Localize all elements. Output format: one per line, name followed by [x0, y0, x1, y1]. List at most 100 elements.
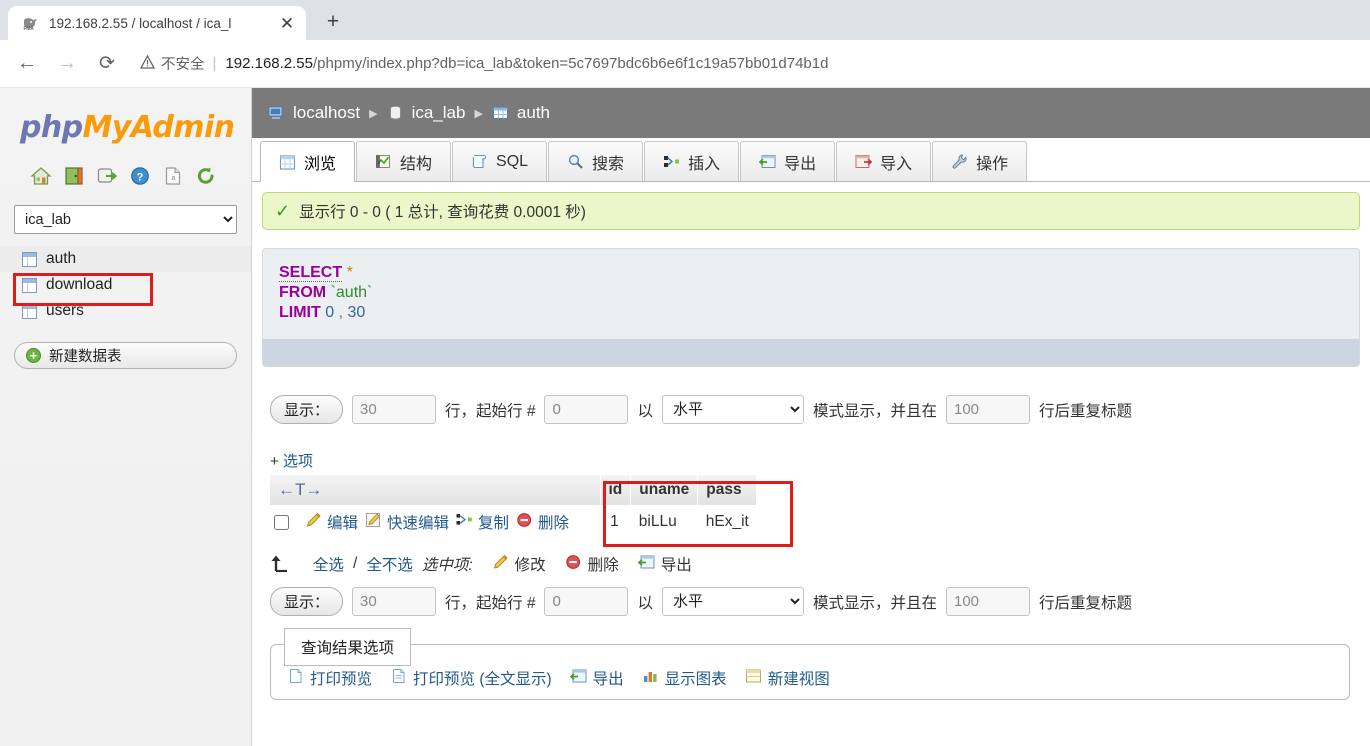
print-preview-link[interactable]: 打印预览	[287, 667, 372, 689]
url-text: 192.168.2.55/phpmy/index.php?db=ica_lab&…	[225, 55, 828, 72]
delete-link[interactable]: 删除	[516, 511, 569, 533]
omnibox-divider: |	[212, 55, 217, 72]
sidebar: phpMyAdmin ? a ica_lab auth download use…	[0, 88, 252, 746]
new-table-button[interactable]: + 新建数据表	[14, 342, 237, 369]
reload-icon[interactable]	[195, 165, 217, 187]
sql-limit-offset: 0	[325, 304, 335, 321]
display-chart-link[interactable]: 显示图表	[642, 667, 727, 689]
sql-keyword-limit: LIMIT	[279, 304, 321, 321]
address-bar[interactable]: 不安全 | 192.168.2.55/phpmy/index.php?db=ic…	[136, 47, 1360, 81]
edit-link[interactable]: 编辑	[305, 511, 358, 533]
export-results-link[interactable]: 导出	[569, 667, 624, 689]
bulk-export-action[interactable]: 导出	[637, 553, 692, 575]
table-item-auth[interactable]: auth	[0, 246, 251, 272]
display-mode-select-top[interactable]: 水平	[661, 395, 804, 424]
tab-import[interactable]: 导入	[836, 141, 932, 181]
table-item-users[interactable]: users	[0, 298, 251, 324]
rows-count-input-top[interactable]	[352, 395, 437, 424]
row-checkbox[interactable]	[274, 514, 289, 530]
repeat-headers-input-top[interactable]	[945, 395, 1030, 424]
query-results-options-body: 打印预览 打印预览 (全文显示) 导出 显示图表 新建视图	[270, 644, 1350, 700]
close-icon[interactable]: ✕	[276, 12, 298, 34]
show-rows-button-top[interactable]: 显示：	[270, 395, 344, 424]
sql-comma: ,	[338, 304, 344, 321]
tab-structure[interactable]: 结构	[356, 141, 452, 181]
print-preview-full-link[interactable]: 打印预览 (全文显示)	[390, 667, 552, 689]
show-rows-button-bottom[interactable]: 显示：	[270, 587, 344, 616]
column-header-pass[interactable]: pass	[697, 475, 758, 505]
breadcrumb-separator: ▶	[474, 107, 483, 120]
start-row-input-bottom[interactable]	[544, 587, 629, 616]
breadcrumb-table-label: auth	[516, 103, 551, 122]
bulk-edit-label: 修改	[514, 557, 546, 574]
bulk-delete-action[interactable]: 删除	[565, 553, 619, 575]
sort-controls[interactable]: ←T→	[270, 475, 601, 505]
forward-icon[interactable]: →	[50, 47, 84, 81]
row-controls-bottom: 显示： 行，起始行 # 以 水平 模式显示，并且在 行后重复标题	[270, 587, 1370, 616]
table-item-label: download	[46, 276, 113, 293]
mode-label-bottom: 模式显示，并且在	[812, 594, 937, 612]
rows-count-input-bottom[interactable]	[352, 587, 437, 616]
results-table-head: ←T→ id uname pass	[270, 475, 758, 505]
browser-tab[interactable]: PMA 192.168.2.55 / localhost / ica_l ✕	[8, 6, 306, 40]
create-view-link[interactable]: 新建视图	[745, 667, 830, 689]
copy-label: 复制	[478, 515, 510, 532]
column-header-id[interactable]: id	[600, 475, 632, 505]
table-icon	[492, 105, 509, 121]
print-full-icon	[390, 668, 407, 689]
logo-my: My	[82, 110, 132, 145]
breadcrumb-server[interactable]: localhost	[268, 103, 360, 123]
display-mode-select-bottom[interactable]: 水平	[661, 587, 804, 616]
table-item-download[interactable]: download	[0, 272, 251, 298]
options-toggle[interactable]: + 选项	[270, 450, 1370, 471]
tab-label: 导入	[880, 155, 913, 173]
breadcrumb-table[interactable]: auth	[492, 103, 550, 123]
table-item-label: users	[46, 302, 84, 319]
copy-link[interactable]: 复制	[456, 511, 509, 533]
reload-icon[interactable]: ⟳	[90, 47, 124, 81]
new-tab-button[interactable]: +	[318, 7, 348, 37]
phpmyadmin-logo[interactable]: phpMyAdmin	[20, 110, 251, 145]
tab-search[interactable]: 搜索	[548, 141, 644, 181]
export-icon	[569, 668, 587, 689]
url-host: 192.168.2.55	[225, 55, 313, 72]
sql-icon	[471, 153, 488, 170]
selected-items-label: 选中项:	[421, 557, 473, 574]
quick-edit-link[interactable]: 快速编辑	[365, 511, 449, 533]
arrow-up-icon[interactable]	[270, 553, 304, 575]
tab-export[interactable]: 导出	[740, 141, 836, 181]
tab-insert[interactable]: 插入	[644, 141, 740, 181]
logout-icon[interactable]	[63, 165, 85, 187]
query-status-alert: ✓ 显示行 0 - 0 ( 1 总计, 查询花费 0.0001 秒)	[262, 192, 1360, 230]
tab-sql[interactable]: SQL	[452, 141, 548, 181]
select-none-link[interactable]: 全不选	[366, 553, 413, 575]
sql-query-text[interactable]: SELECT * FROM `auth` LIMIT 0 , 30	[263, 249, 1359, 339]
tab-browse[interactable]: 浏览	[260, 141, 356, 182]
select-all-link[interactable]: 全选	[313, 553, 344, 575]
pencil-icon	[492, 554, 509, 575]
sql-keyword-select: SELECT	[279, 264, 343, 282]
query-results-options-links: 打印预览 打印预览 (全文显示) 导出 显示图表 新建视图	[287, 667, 1333, 689]
help-icon[interactable]: ?	[129, 165, 151, 187]
mode-label-top: 模式显示，并且在	[812, 402, 937, 420]
back-icon[interactable]: ←	[10, 47, 44, 81]
delete-icon	[565, 554, 582, 575]
home-icon[interactable]	[30, 165, 52, 187]
nav-tabs: 浏览 结构 SQL 搜索 插入 导出 导入 操作	[252, 138, 1370, 182]
sql-query-icon[interactable]	[96, 165, 118, 187]
start-row-input-top[interactable]	[544, 395, 629, 424]
breadcrumb-separator: ▶	[369, 107, 378, 120]
server-icon	[268, 105, 285, 121]
bulk-edit-action[interactable]: 修改	[492, 553, 546, 575]
table-row: 编辑 快速编辑 复制 删除 1 biLLu hEx_it	[270, 505, 757, 539]
sql-action-bar[interactable]	[263, 339, 1359, 366]
repeat-headers-input-bottom[interactable]	[945, 587, 1030, 616]
documentation-icon[interactable]: a	[162, 165, 184, 187]
breadcrumb-database[interactable]: ica_lab	[387, 103, 465, 123]
column-header-uname[interactable]: uname	[630, 475, 699, 505]
logo-admin: Admin	[130, 110, 235, 145]
database-select[interactable]: ica_lab	[14, 205, 237, 234]
import-icon	[855, 153, 873, 170]
table-icon	[22, 303, 37, 319]
tab-operations[interactable]: 操作	[932, 141, 1028, 181]
